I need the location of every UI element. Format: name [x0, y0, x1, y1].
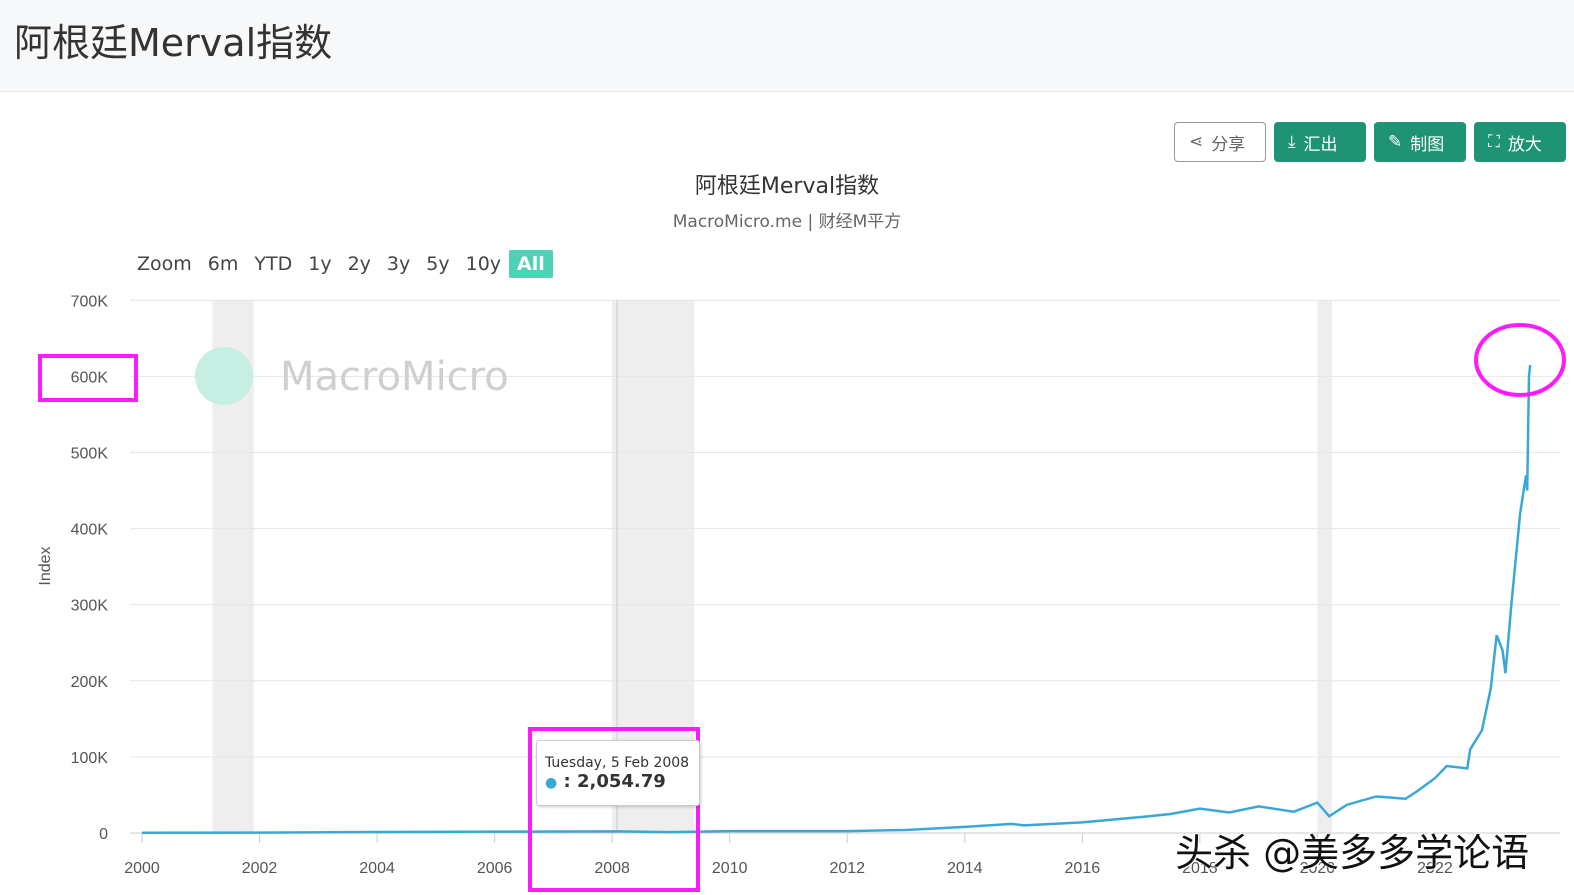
- x-tick-label: 2012: [829, 860, 865, 877]
- highlight-circle-peak: [1474, 323, 1566, 397]
- y-axis-title: Index: [37, 546, 54, 585]
- x-tick-label: 2000: [124, 860, 160, 877]
- watermark-logo: MacroMicro: [280, 354, 509, 400]
- tooltip: Tuesday, 5 Feb 2008 ● : 2,054.79: [536, 740, 700, 806]
- tooltip-date: Tuesday, 5 Feb 2008: [545, 755, 690, 771]
- watermark-logo-icon: [195, 347, 253, 405]
- x-tick-label: 2008: [594, 860, 630, 877]
- y-tick-label: 300K: [71, 598, 109, 615]
- recession-band: [1317, 300, 1333, 833]
- y-tick-label: 100K: [71, 750, 109, 767]
- x-tick-label: 2016: [1065, 860, 1101, 877]
- tooltip-bullet: ●: [545, 775, 558, 791]
- x-tick-label: 2010: [712, 860, 748, 877]
- y-tick-label: 200K: [71, 674, 109, 691]
- x-tick-label: 2006: [477, 860, 513, 877]
- y-tick-label: 700K: [71, 293, 109, 310]
- y-tick-label: 0: [99, 826, 108, 843]
- y-tick-label: 400K: [71, 522, 109, 539]
- x-tick-label: 2004: [359, 860, 395, 877]
- watermark-text: 头杀 @美多多学论语: [1175, 831, 1530, 875]
- chart-area: 0 100K 200K 300K 400K 500K 600K 700K 2000 2002 200…: [37, 293, 1566, 892]
- tooltip-value: 2,054.79: [576, 771, 666, 792]
- x-tick-label: 2014: [947, 860, 983, 877]
- x-tick-label: 2002: [242, 860, 278, 877]
- y-tick-label: 500K: [71, 446, 109, 463]
- y-tick-label: 600K: [71, 369, 109, 386]
